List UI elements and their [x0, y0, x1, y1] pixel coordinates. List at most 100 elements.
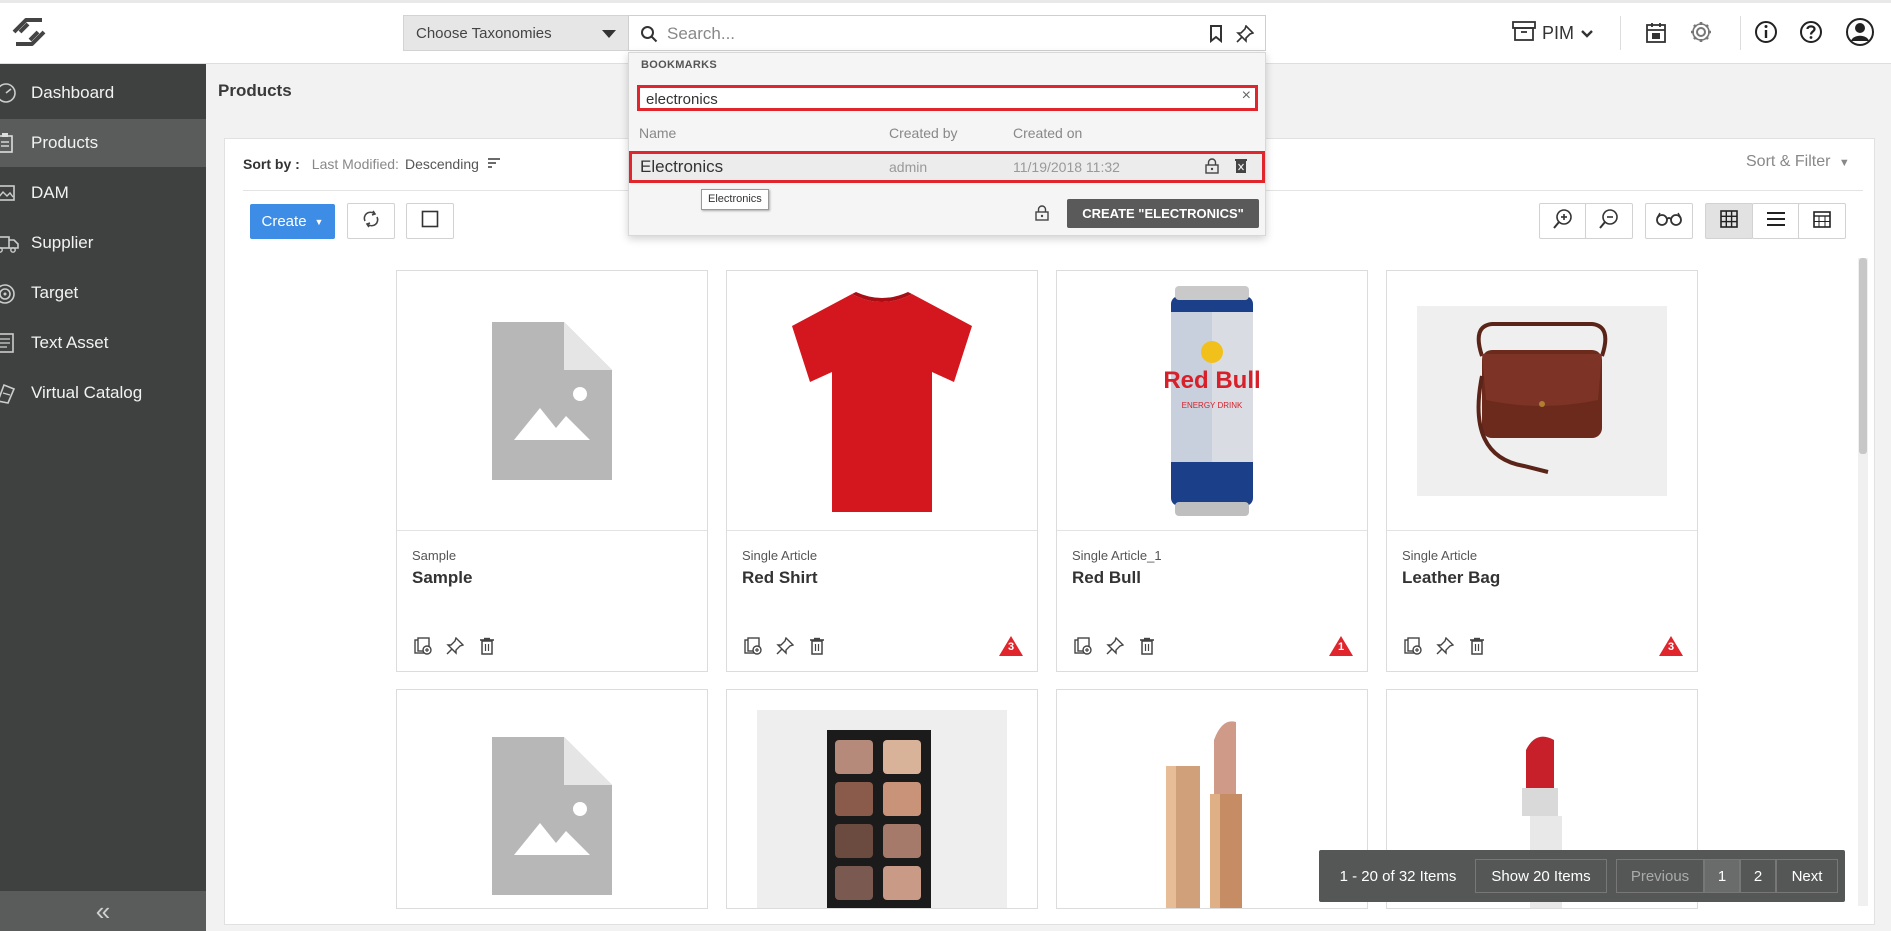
tooltip: Electronics [701, 189, 769, 210]
bookmark-filter-input[interactable] [646, 89, 1226, 109]
sidebar-item-target[interactable]: Target [0, 269, 206, 317]
pagination-summary: 1 - 20 of 32 Items [1325, 859, 1471, 893]
calendar-view-button[interactable] [1798, 203, 1846, 239]
sidebar-item-supplier[interactable]: Supplier [0, 219, 206, 267]
product-image [727, 271, 1037, 531]
create-bookmark-button[interactable]: CREATE "ELECTRONICS" [1067, 199, 1259, 228]
card-actions [412, 635, 498, 657]
calendar-save-icon[interactable] [1643, 20, 1669, 46]
warning-badge[interactable]: 3 [998, 635, 1024, 657]
product-name[interactable]: Red Bull [1072, 568, 1141, 588]
refresh-icon [361, 209, 381, 234]
pin-icon[interactable] [1234, 23, 1256, 45]
scrollbar-thumb[interactable] [1859, 258, 1867, 454]
pin-icon[interactable] [1104, 635, 1126, 657]
zoom-in-button[interactable] [1539, 203, 1587, 239]
image-placeholder-icon [492, 737, 612, 895]
add-to-collection-icon[interactable] [1072, 635, 1094, 657]
product-card[interactable]: Single Article Red Shirt 3 [726, 270, 1038, 672]
zoom-out-button[interactable] [1585, 203, 1633, 239]
workspace-switcher[interactable]: PIM [1512, 18, 1594, 48]
trash-icon[interactable] [806, 635, 828, 657]
sidebar-item-dashboard[interactable]: Dashboard [0, 69, 206, 117]
page-size-select[interactable]: Show 20 Items [1475, 859, 1607, 893]
product-card[interactable] [726, 689, 1038, 909]
sidebar-item-products[interactable]: Products [0, 119, 206, 167]
info-icon[interactable] [1753, 19, 1779, 45]
product-name[interactable]: Red Shirt [742, 568, 818, 588]
lock-icon[interactable] [1035, 205, 1049, 226]
pin-icon[interactable] [1434, 635, 1456, 657]
previous-page-button[interactable]: Previous [1616, 859, 1704, 893]
page-2-button[interactable]: 2 [1740, 859, 1776, 893]
product-card[interactable]: Single Article Leather Bag 3 [1386, 270, 1698, 672]
search-icon [639, 24, 659, 44]
product-card[interactable]: Red Bull ENERGY DRINK Single Article_1 Re… [1056, 270, 1368, 672]
scrollbar[interactable] [1858, 258, 1868, 906]
chevron-down-icon [602, 30, 616, 38]
product-card[interactable] [396, 689, 708, 909]
bookmark-row[interactable]: Electronics admin 11/19/2018 11:32 [629, 151, 1265, 183]
sidebar-collapse-button[interactable]: « [0, 891, 206, 931]
add-to-collection-icon[interactable] [742, 635, 764, 657]
product-card[interactable]: Sample Sample [396, 270, 708, 672]
trash-icon[interactable] [1136, 635, 1158, 657]
add-to-collection-icon[interactable] [1402, 635, 1424, 657]
list-view-button[interactable] [1752, 203, 1800, 239]
sort-field[interactable]: Last Modified: [312, 156, 399, 172]
gear-icon[interactable] [1688, 19, 1714, 45]
product-name[interactable]: Sample [412, 568, 472, 588]
glasses-icon [1655, 211, 1683, 232]
sort-bar: Sort by : Last Modified: Descending [243, 156, 501, 172]
sort-filter-toggle[interactable]: Sort & Filter ▼ [1746, 153, 1850, 171]
grid-view-button[interactable] [1705, 203, 1753, 239]
page-1-button[interactable]: 1 [1704, 859, 1740, 893]
trash-icon[interactable] [1466, 635, 1488, 657]
list-icon [1766, 211, 1786, 232]
trash-icon[interactable] [476, 635, 498, 657]
next-page-button[interactable]: Next [1776, 859, 1838, 893]
bookmark-icon[interactable] [1205, 23, 1227, 45]
column-created-by: Created by [889, 125, 958, 141]
sidebar-item-text-asset[interactable]: Text Asset [0, 319, 206, 367]
sort-order[interactable]: Descending [405, 156, 479, 172]
sidebar-item-dam[interactable]: DAM [0, 169, 206, 217]
column-name: Name [639, 125, 677, 141]
calendar-icon [1813, 210, 1831, 233]
create-button[interactable]: Create ▼ [250, 204, 335, 239]
warning-badge[interactable]: 1 [1328, 635, 1354, 657]
help-icon[interactable] [1798, 19, 1824, 45]
app-logo[interactable] [6, 14, 52, 50]
card-actions [742, 635, 828, 657]
refresh-button[interactable] [347, 203, 395, 239]
product-image [397, 690, 707, 908]
leather-bag-image [1476, 321, 1608, 474]
trash-icon[interactable] [1235, 158, 1247, 177]
preview-button[interactable] [1645, 203, 1693, 239]
bookmark-created-on: 11/19/2018 11:32 [1013, 159, 1120, 175]
warning-badge[interactable]: 3 [1658, 635, 1684, 657]
sidebar-item-label: Dashboard [31, 83, 115, 102]
pin-icon[interactable] [444, 635, 466, 657]
product-type: Single Article [742, 548, 818, 563]
zoom-in-icon [1552, 208, 1574, 235]
product-name[interactable]: Leather Bag [1402, 568, 1500, 588]
sort-order-icon[interactable] [487, 156, 501, 172]
catalog-icon [0, 381, 18, 405]
sidebar-item-label: Target [31, 283, 79, 302]
lock-icon[interactable] [1205, 158, 1219, 177]
sidebar-item-virtual-catalog[interactable]: Virtual Catalog [0, 369, 206, 417]
red-shirt-image [792, 291, 972, 512]
close-icon[interactable]: × [1242, 87, 1251, 105]
zoom-out-icon [1598, 208, 1620, 235]
warning-count: 3 [1007, 641, 1015, 653]
svg-text:Red Bull: Red Bull [1165, 367, 1259, 394]
add-to-collection-icon[interactable] [412, 635, 434, 657]
select-all-checkbox[interactable] [406, 203, 454, 239]
pin-icon[interactable] [774, 635, 796, 657]
search-input[interactable] [667, 22, 1187, 46]
user-avatar-icon[interactable] [1845, 17, 1875, 47]
dashboard-icon [0, 81, 18, 105]
sidebar-item-label: Text Asset [31, 333, 109, 352]
taxonomy-select[interactable]: Choose Taxonomies [403, 15, 629, 51]
